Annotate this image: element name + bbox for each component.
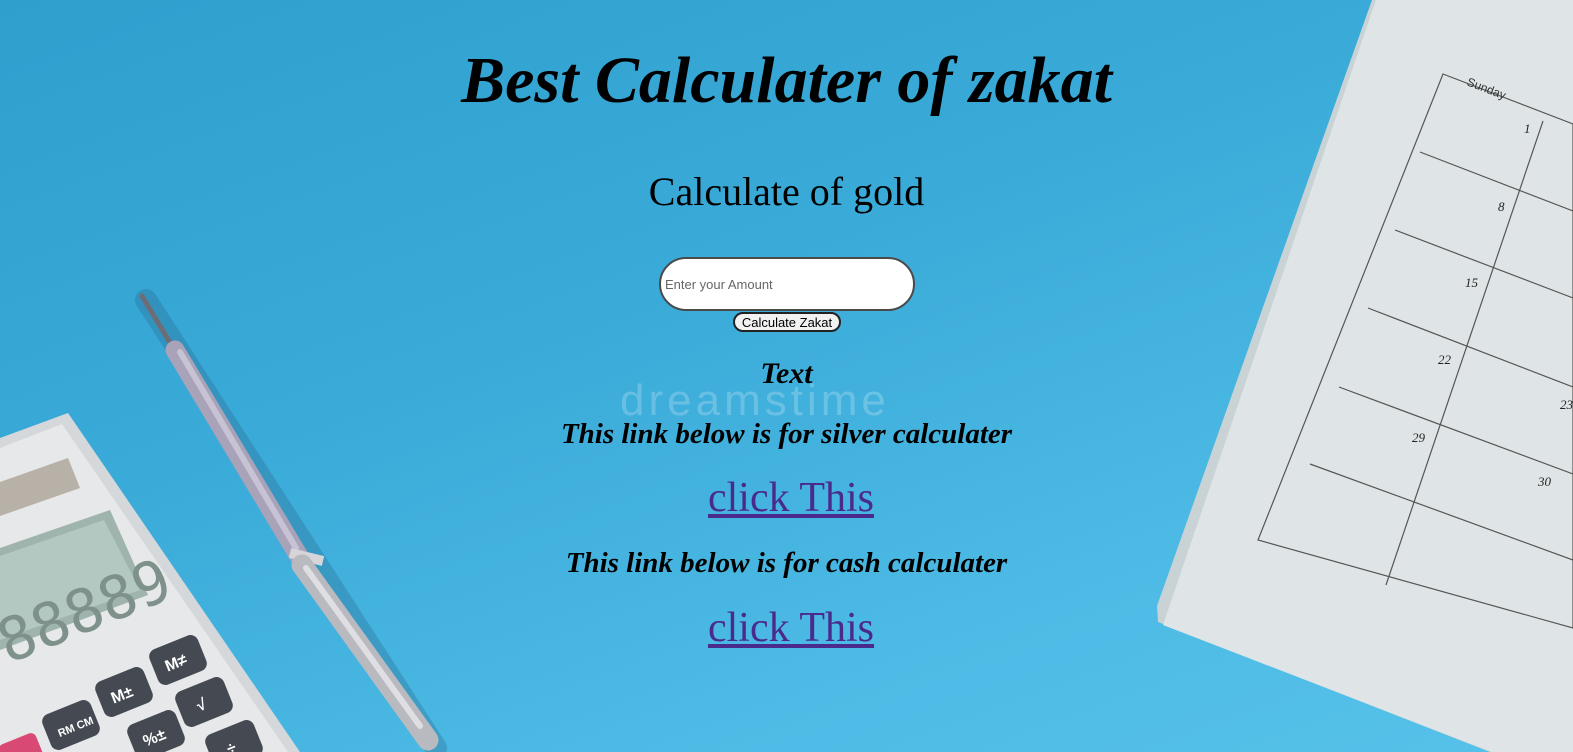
result-text: Text: [760, 357, 813, 390]
cash-note: This link below is for cash calculater: [565, 547, 1008, 579]
silver-note: This link below is for silver calculater: [560, 418, 1013, 450]
gold-heading: Calculate of gold: [648, 169, 925, 214]
page-title: Best Calculater of zakat: [461, 44, 1112, 117]
amount-input[interactable]: [659, 257, 915, 311]
cash-calculator-link[interactable]: click This: [708, 603, 874, 653]
calculate-zakat-button[interactable]: Calculate Zakat: [733, 312, 841, 332]
main-content: Best Calculater of zakat Calculate of go…: [0, 0, 1573, 752]
silver-calculator-link[interactable]: click This: [708, 473, 874, 523]
